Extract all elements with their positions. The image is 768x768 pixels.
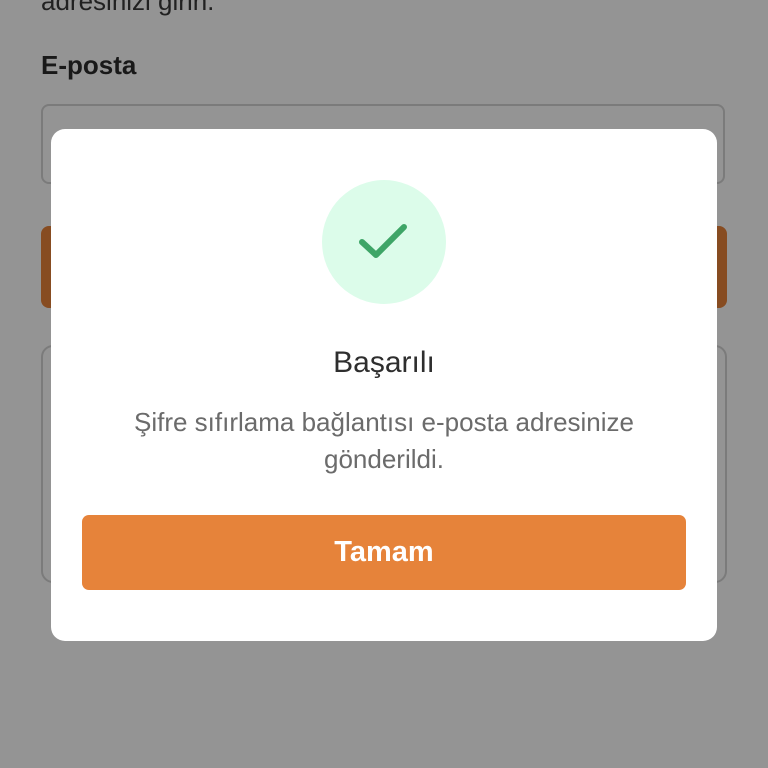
checkmark-icon bbox=[359, 224, 407, 258]
success-icon-badge bbox=[322, 180, 446, 304]
dialog-title: Başarılı bbox=[333, 346, 435, 379]
screen: adresinizi girin. E-posta Başarılı Şifre… bbox=[0, 0, 768, 768]
success-dialog: Başarılı Şifre sıfırlama bağlantısı e-po… bbox=[51, 129, 717, 641]
ok-button[interactable]: Tamam bbox=[82, 515, 686, 590]
dialog-message: Şifre sıfırlama bağlantısı e-posta adres… bbox=[133, 407, 635, 474]
